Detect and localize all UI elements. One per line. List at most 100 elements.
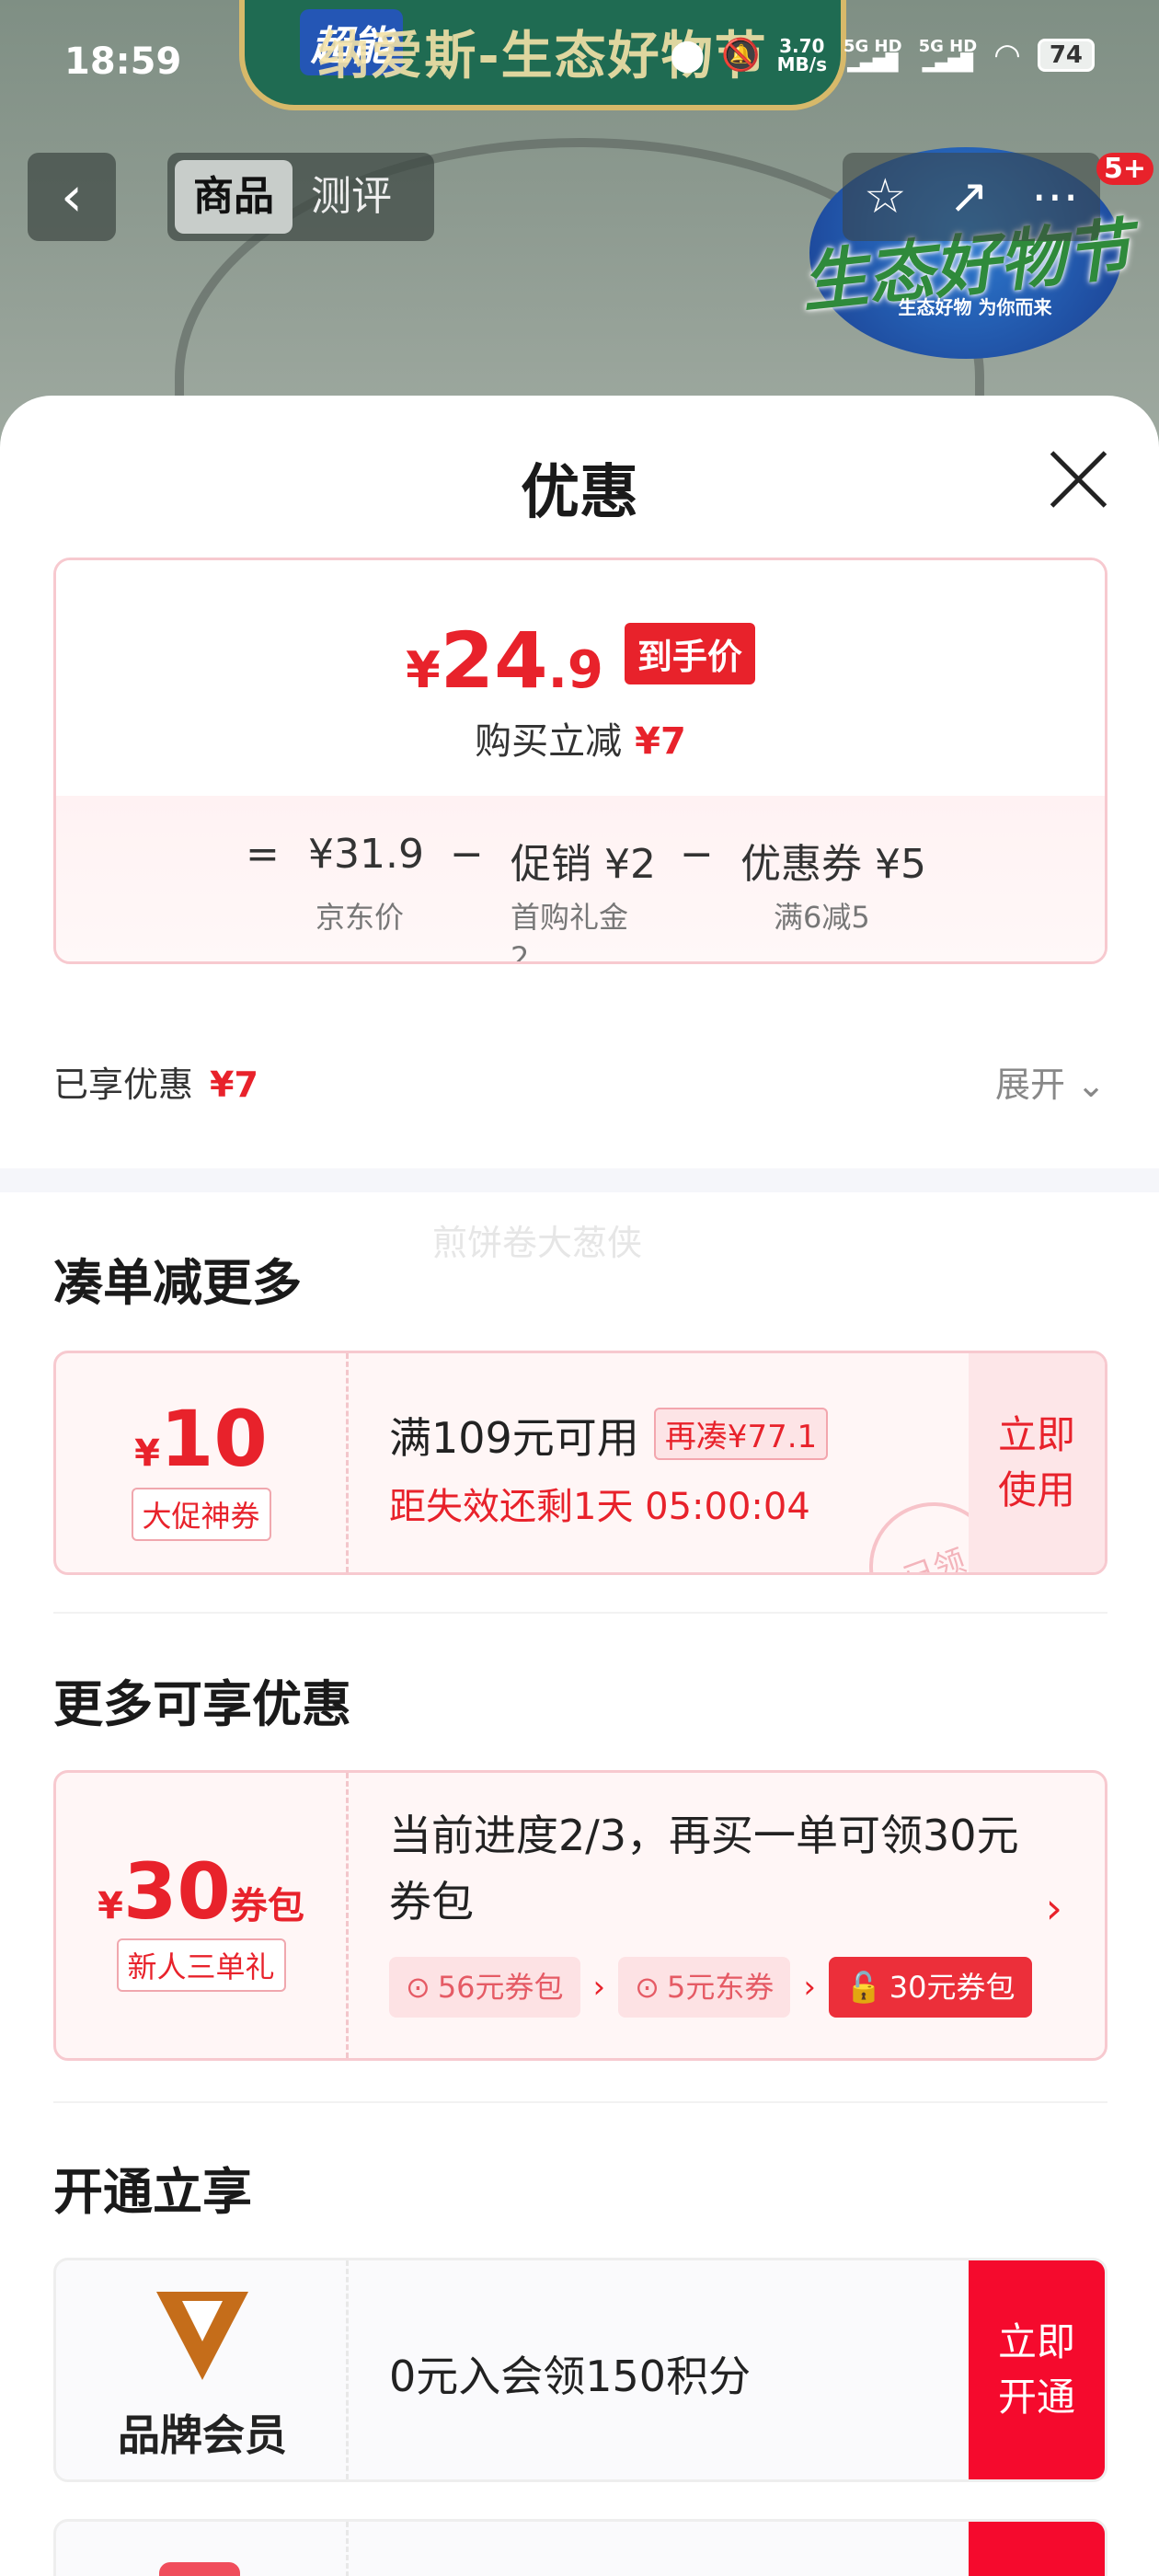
step-1: ⊙ 56元券包 [389, 1957, 580, 2018]
share-icon[interactable]: ↗ [949, 169, 990, 224]
enjoyed-value: ¥7 [210, 1064, 258, 1105]
coupon-tag: 大促神券 [131, 1488, 271, 1541]
coupon-condition-text: 满109元可用 [389, 1413, 639, 1463]
join-label-1: 立即 [997, 2319, 1075, 2364]
check-circle-icon: ⊙ [406, 1970, 430, 2005]
final-price-tag: 到手价 [624, 623, 755, 684]
coupon-card: ¥10 大促神券 满109元可用 再凑¥77.1 距失效还剩1天 05:00:04… [53, 1351, 1107, 1575]
tab-product[interactable]: 商品 [175, 160, 293, 234]
watermark: 煎饼卷大葱侠 [432, 1223, 643, 1263]
vip-name: 品牌会员 [118, 2410, 287, 2460]
signal-label-1: 5G HD [843, 37, 902, 56]
signal-icon-1: 5G HD ▂▄▆█ [843, 37, 902, 73]
coupon-condition: 满109元可用 再凑¥77.1 [389, 1405, 829, 1466]
formula-minus-2: − [680, 831, 714, 878]
final-price-integer: 24 [440, 615, 548, 706]
final-price-section: ¥ 24 .9 到手价 购买立减 ¥7 [56, 560, 1105, 796]
signal-icon-2: 5G HD ▂▄▆█ [918, 37, 978, 73]
package-progress-text: 当前进度2/3，再买一单可领30元券包 [389, 1811, 1019, 1926]
final-price-currency: ¥ [406, 641, 441, 699]
wifi-icon: ◠ [993, 37, 1021, 74]
chevron-down-icon: ⌄ [1076, 1064, 1106, 1105]
status-icons: ⬤ 🔕 3.70 MB/s 5G HD ▂▄▆█ 5G HD ▂▄▆█ ◠ 74 [670, 37, 1095, 74]
step-3-label: 30元券包 [889, 1970, 1016, 2005]
package-unit: 券包 [230, 1885, 304, 1927]
coupon-timer: 距失效还剩1天 05:00:04 [389, 1486, 810, 1528]
formula-coupon-label: 满6减5 [774, 900, 870, 935]
section-title-membership: 开通立享 [53, 2163, 252, 2221]
notification-badge: 5+ [1096, 153, 1154, 185]
sheet-title: 优惠 [521, 459, 638, 527]
status-time: 18:59 [64, 40, 182, 83]
formula-minus-1: − [450, 831, 484, 878]
location-icon: ⬤ [670, 37, 706, 74]
section-separator [0, 1168, 1159, 1192]
battery-icon: 74 [1037, 39, 1095, 72]
chevron-right-icon: › [803, 1969, 816, 2006]
package-number: 30 [122, 1846, 231, 1937]
signal-label-2: 5G HD [918, 37, 978, 56]
expand-button[interactable]: 展开 ⌄ [995, 1056, 1106, 1107]
mute-icon: 🔕 [721, 37, 761, 74]
join-membership-button[interactable]: 立即 开通 [969, 2260, 1105, 2479]
section-title-more-deals: 凑单减更多 [53, 1254, 302, 1312]
final-price-decimal: .9 [547, 640, 603, 700]
reduce-value: ¥7 [635, 720, 686, 763]
tab-review[interactable]: 测评 [293, 160, 410, 234]
formula-coupon: 优惠券 ¥5 [740, 841, 926, 888]
vip-logo-area: 品牌会员 [56, 2260, 349, 2479]
back-button[interactable]: ‹ [28, 153, 116, 241]
coupon-amount: ¥10 [56, 1394, 346, 1484]
more-icon[interactable]: ⋯ [1031, 169, 1079, 224]
coupon-gap-chip: 再凑¥77.1 [653, 1408, 829, 1460]
price-breakdown-card: ¥ 24 .9 到手价 购买立减 ¥7 = ¥31.9 − 促销 ¥2 − 优惠券… [53, 558, 1107, 964]
section-title-more-offers: 更多可享优惠 [53, 1675, 351, 1733]
chevron-left-icon: ‹ [61, 165, 83, 229]
favorite-star-icon[interactable]: ☆ [864, 169, 907, 224]
close-button[interactable] [1045, 445, 1111, 512]
reduce-line: 购买立减 ¥7 [56, 711, 1105, 765]
next-card-icon [159, 2562, 240, 2576]
formula-promo: 促销 ¥2 [511, 841, 656, 888]
vip-card: 品牌会员 0元入会领150积分 立即 开通 [53, 2258, 1107, 2482]
step-3: 🔓 30元券包 [828, 1957, 1032, 2018]
package-amount: ¥30券包 [56, 1846, 346, 1937]
step-2: ⊙ 5元东券 [618, 1957, 791, 2018]
event-badge-subtext: 生态好物 为你而来 [898, 296, 1052, 318]
package-steps: ⊙ 56元券包 › ⊙ 5元东券 › 🔓 30元券包 [389, 1957, 1032, 2018]
chevron-right-icon: › [592, 1969, 606, 2006]
lock-icon: 🔓 [844, 1970, 882, 2005]
network-speed-unit: MB/s [776, 53, 827, 75]
divider [53, 1612, 1107, 1614]
price-formula: = ¥31.9 − 促销 ¥2 − 优惠券 ¥5 京东价 首购礼金 2 满6减5 [56, 796, 1105, 964]
use-coupon-label-1: 立即 [997, 1412, 1075, 1457]
use-coupon-label-2: 使用 [997, 1467, 1075, 1512]
enjoyed-discount: 已享优惠 ¥7 [53, 1056, 258, 1107]
formula-base-label: 京东价 [316, 900, 405, 935]
step-1-label: 56元券包 [437, 1970, 564, 2005]
formula-promo-label-line1: 首购礼金 [511, 900, 629, 935]
reduce-label: 购买立减 [475, 720, 623, 763]
use-coupon-button[interactable]: 立即 使用 [969, 1353, 1105, 1572]
network-speed-value: 3.70 [779, 35, 825, 57]
formula-promo-label-line2: 2 [511, 940, 530, 964]
vip-offer-text: 0元入会领150积分 [389, 2352, 752, 2401]
final-price: ¥ 24 .9 到手价 [56, 615, 1105, 706]
nav-tabs: 商品 测评 [167, 153, 434, 241]
vip-logo: 品牌会员 [56, 2292, 349, 2463]
coupon-value-area: ¥10 大促神券 [56, 1353, 349, 1572]
chevron-right-icon: › [1045, 1883, 1062, 1933]
discount-sheet: 优惠 ¥ 24 .9 到手价 购买立减 ¥7 = ¥31.9 − 促销 ¥2 − [0, 396, 1159, 2576]
package-currency: ¥ [98, 1885, 123, 1927]
coupon-package-card[interactable]: ¥30券包 新人三单礼 当前进度2/3，再买一单可领30元券包 ⊙ 56元券包 ›… [53, 1770, 1107, 2061]
enjoyed-label: 已享优惠 [53, 1064, 194, 1105]
brand-v-icon [156, 2292, 248, 2380]
package-value-area: ¥30券包 新人三单礼 [56, 1773, 349, 2058]
join-label-2: 开通 [997, 2375, 1075, 2420]
coupon-number: 10 [159, 1394, 268, 1484]
divider [53, 2101, 1107, 2103]
next-card-button[interactable] [969, 2522, 1105, 2576]
nav-actions: ☆ ↗ ⋯ [843, 153, 1100, 241]
next-card [53, 2519, 1107, 2576]
formula-promo-label: 首购礼金 2 [511, 897, 629, 964]
